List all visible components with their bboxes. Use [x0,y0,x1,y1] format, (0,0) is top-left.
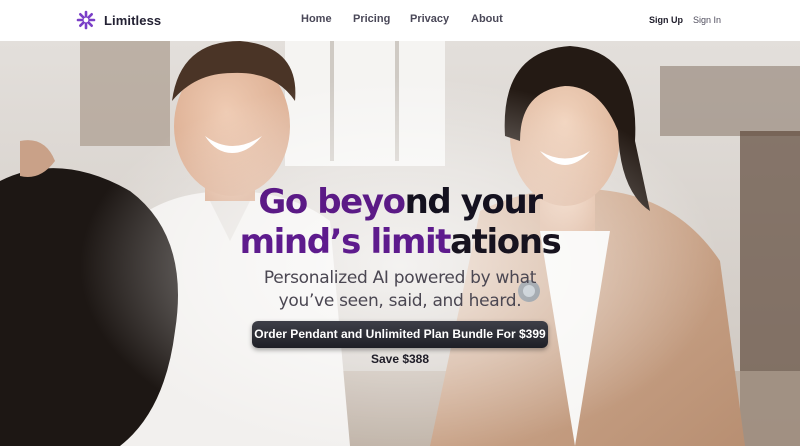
nav-about[interactable]: About [471,13,503,25]
brand-logo-link[interactable]: Limitless [76,10,161,30]
page: Limitless Home Pricing Privacy About Sig… [0,0,800,446]
order-bundle-button[interactable]: Order Pendant and Unlimited Plan Bundle … [252,321,548,348]
nav-pricing[interactable]: Pricing [353,13,390,25]
nav-privacy[interactable]: Privacy [410,13,449,25]
nav-home[interactable]: Home [301,13,332,25]
headline-line-1: Go beyond your [150,182,650,222]
sign-in-link[interactable]: Sign In [693,15,721,25]
headline-rest: nd your [404,182,543,222]
hero-section: Go beyond your mind’s limitations Person… [0,41,800,446]
hero-headline: Go beyond your mind’s limitations [150,182,650,262]
hero-subtitle: Personalized AI powered by what you’ve s… [230,267,570,313]
sign-up-link[interactable]: Sign Up [649,15,683,25]
savings-text: Save $388 [370,352,430,366]
sparkle-asterisk-icon [76,10,96,30]
site-header: Limitless Home Pricing Privacy About Sig… [0,0,800,41]
brand-name: Limitless [104,12,162,28]
headline-rest-2: ations [450,222,562,262]
subtitle-line-2: you’ve seen, said, and heard. [278,291,522,311]
headline-accent: Go beyo [258,182,406,222]
headline-line-2: mind’s limitations [150,222,650,262]
headline-accent-2: mind’s limit [239,222,452,262]
subtitle-line-1: Personalized AI powered by what [263,268,537,288]
